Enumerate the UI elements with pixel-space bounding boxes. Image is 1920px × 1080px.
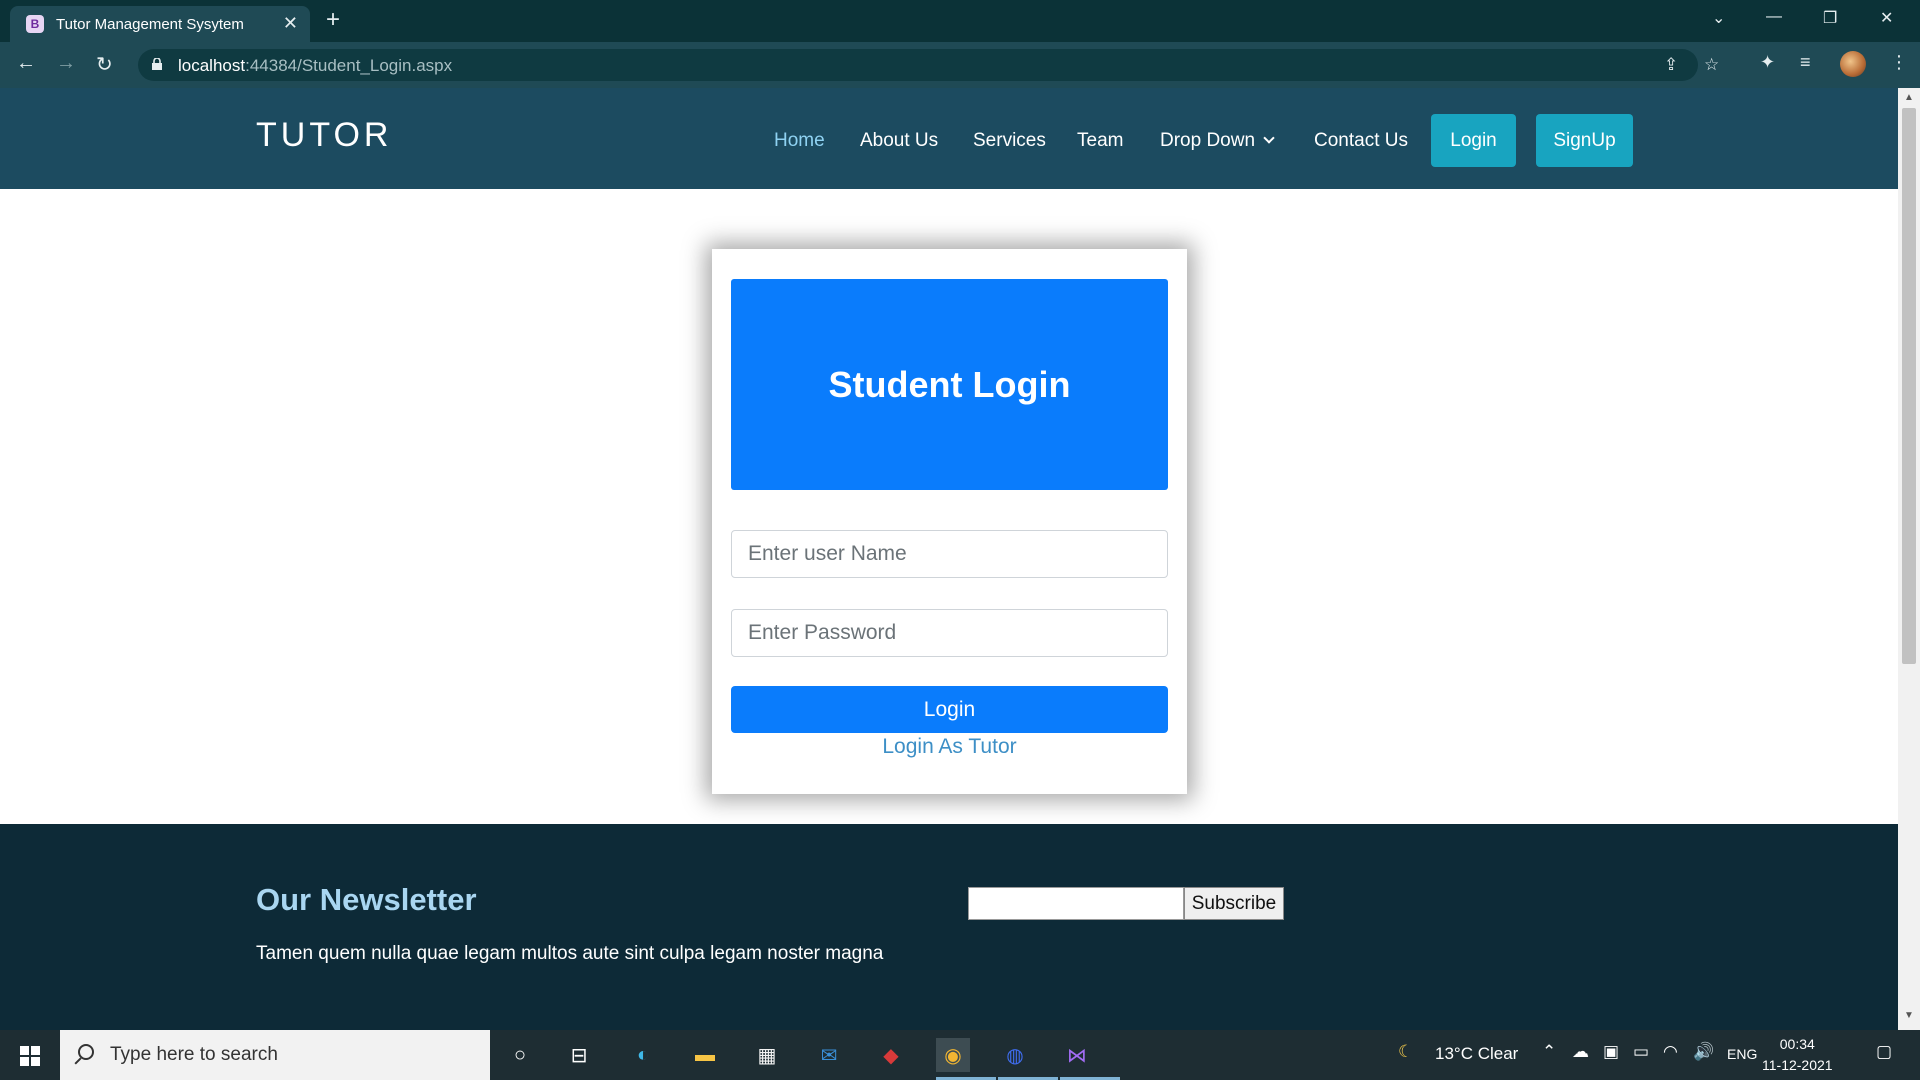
new-tab-icon[interactable]: + xyxy=(326,8,340,32)
nav-about-us[interactable]: About Us xyxy=(860,130,938,152)
window-close-icon[interactable]: ✕ xyxy=(1880,8,1893,28)
weather-moon-icon: ☾ xyxy=(1398,1042,1414,1061)
edge-icon[interactable]: ◐ xyxy=(626,1038,660,1072)
username-field[interactable] xyxy=(731,530,1168,578)
url-text[interactable]: localhost:44384/Student_Login.aspx xyxy=(178,56,452,76)
taskbar-clock[interactable]: 00:34 11-12-2021 xyxy=(1762,1034,1833,1076)
nav-drop-down[interactable]: Drop Down xyxy=(1160,130,1275,152)
volume-icon[interactable]: 🔊 xyxy=(1693,1042,1714,1062)
profile-avatar[interactable] xyxy=(1840,51,1866,77)
windows-start-icon[interactable] xyxy=(20,1046,40,1066)
reload-icon[interactable]: ↻ xyxy=(96,52,113,77)
header-signup-button[interactable]: SignUp xyxy=(1536,114,1633,167)
search-icon xyxy=(78,1044,94,1060)
login-title: Student Login xyxy=(828,363,1071,405)
visual-studio-icon[interactable]: ⋈ xyxy=(1060,1038,1120,1080)
site-logo[interactable]: TUTOR xyxy=(256,116,392,155)
subscribe-button[interactable]: Subscribe xyxy=(1184,887,1284,920)
language-indicator[interactable]: ENG xyxy=(1727,1046,1757,1062)
taskbar-search-placeholder: Type here to search xyxy=(110,1044,278,1065)
login-button[interactable]: Login xyxy=(731,686,1168,733)
clock-date: 11-12-2021 xyxy=(1762,1057,1833,1073)
nav-services[interactable]: Services xyxy=(973,130,1046,152)
scroll-thumb[interactable] xyxy=(1902,108,1916,664)
more-menu-icon[interactable]: ⋮ xyxy=(1890,52,1908,73)
nav-drop-down-label: Drop Down xyxy=(1160,130,1256,151)
browser-toolbar: ← → ↻ localhost:44384/Student_Login.aspx… xyxy=(0,42,1920,88)
address-bar[interactable]: localhost:44384/Student_Login.aspx ⇪ ☆ xyxy=(138,49,1719,81)
onedrive-icon[interactable]: ☁ xyxy=(1572,1042,1589,1062)
bookmark-star-icon[interactable]: ☆ xyxy=(1704,55,1719,75)
weather-text[interactable]: 13°C Clear xyxy=(1435,1044,1518,1064)
newsletter-title: Our Newsletter xyxy=(256,882,477,917)
tab-search-icon[interactable]: ⌄ xyxy=(1712,8,1725,28)
nav-team[interactable]: Team xyxy=(1077,130,1123,152)
nav-home[interactable]: Home xyxy=(774,130,825,152)
header-login-button[interactable]: Login xyxy=(1431,114,1516,167)
scroll-down-icon[interactable]: ▼ xyxy=(1904,1010,1914,1021)
wifi-icon[interactable]: ◠ xyxy=(1663,1042,1678,1062)
site-header: TUTOR Home About Us Services Team Drop D… xyxy=(0,88,1898,189)
taskbar-search[interactable]: Type here to search xyxy=(60,1030,490,1080)
battery-icon[interactable]: ▭ xyxy=(1633,1042,1649,1062)
password-field[interactable] xyxy=(731,609,1168,657)
site-footer: Our Newsletter Tamen quem nulla quae leg… xyxy=(0,824,1898,1030)
newsletter-email-input[interactable] xyxy=(968,887,1184,920)
login-card: Student Login Login Login As Tutor xyxy=(712,249,1187,794)
lock-icon xyxy=(152,58,162,70)
media-control-icon[interactable]: ≡ xyxy=(1800,52,1811,73)
close-tab-icon[interactable]: ✕ xyxy=(283,14,298,32)
browser-tab[interactable]: B Tutor Management Sysytem ✕ xyxy=(10,6,310,42)
cortana-icon[interactable]: ○ xyxy=(503,1038,537,1072)
login-as-tutor-link[interactable]: Login As Tutor xyxy=(712,735,1187,759)
mail-icon[interactable]: ✉ xyxy=(812,1038,846,1072)
favicon-icon: B xyxy=(26,15,44,33)
chrome-icon[interactable]: ◉ xyxy=(936,1038,996,1080)
back-icon[interactable]: ← xyxy=(16,52,36,75)
nav-contact-us[interactable]: Contact Us xyxy=(1314,130,1408,152)
login-card-header: Student Login xyxy=(731,279,1168,490)
minimize-icon[interactable]: — xyxy=(1766,8,1782,26)
page-scrollbar[interactable]: ▲ ▼ xyxy=(1898,88,1920,1030)
scroll-up-icon[interactable]: ▲ xyxy=(1904,92,1914,103)
webex-icon[interactable]: ◍ xyxy=(998,1038,1058,1080)
task-view-icon[interactable]: ⊟ xyxy=(562,1038,596,1072)
share-icon[interactable]: ⇪ xyxy=(1664,55,1678,75)
tab-title: Tutor Management Sysytem xyxy=(56,15,244,33)
windows-taskbar: Type here to search ○ ⊟ ◐ ▬ ▦ ✉ ◆ ◉ ◍ ⋈ … xyxy=(0,1030,1920,1080)
extensions-icon[interactable]: ✦ xyxy=(1760,52,1775,73)
tray-expand-icon[interactable]: ⌃ xyxy=(1542,1042,1556,1062)
chevron-down-icon xyxy=(1263,132,1275,144)
notifications-icon[interactable]: ▢ xyxy=(1876,1042,1892,1062)
device-icon[interactable]: ▣ xyxy=(1603,1042,1619,1062)
store-icon[interactable]: ▦ xyxy=(750,1038,784,1072)
browser-titlebar: B Tutor Management Sysytem ✕ + ⌄ — ❐ ✕ xyxy=(0,0,1920,42)
game-app-icon[interactable]: ◆ xyxy=(874,1038,908,1072)
file-explorer-icon[interactable]: ▬ xyxy=(688,1038,722,1072)
clock-time: 00:34 xyxy=(1779,1036,1815,1052)
restore-icon[interactable]: ❐ xyxy=(1823,8,1837,28)
forward-icon[interactable]: → xyxy=(56,52,76,75)
newsletter-text: Tamen quem nulla quae legam multos aute … xyxy=(256,943,884,964)
